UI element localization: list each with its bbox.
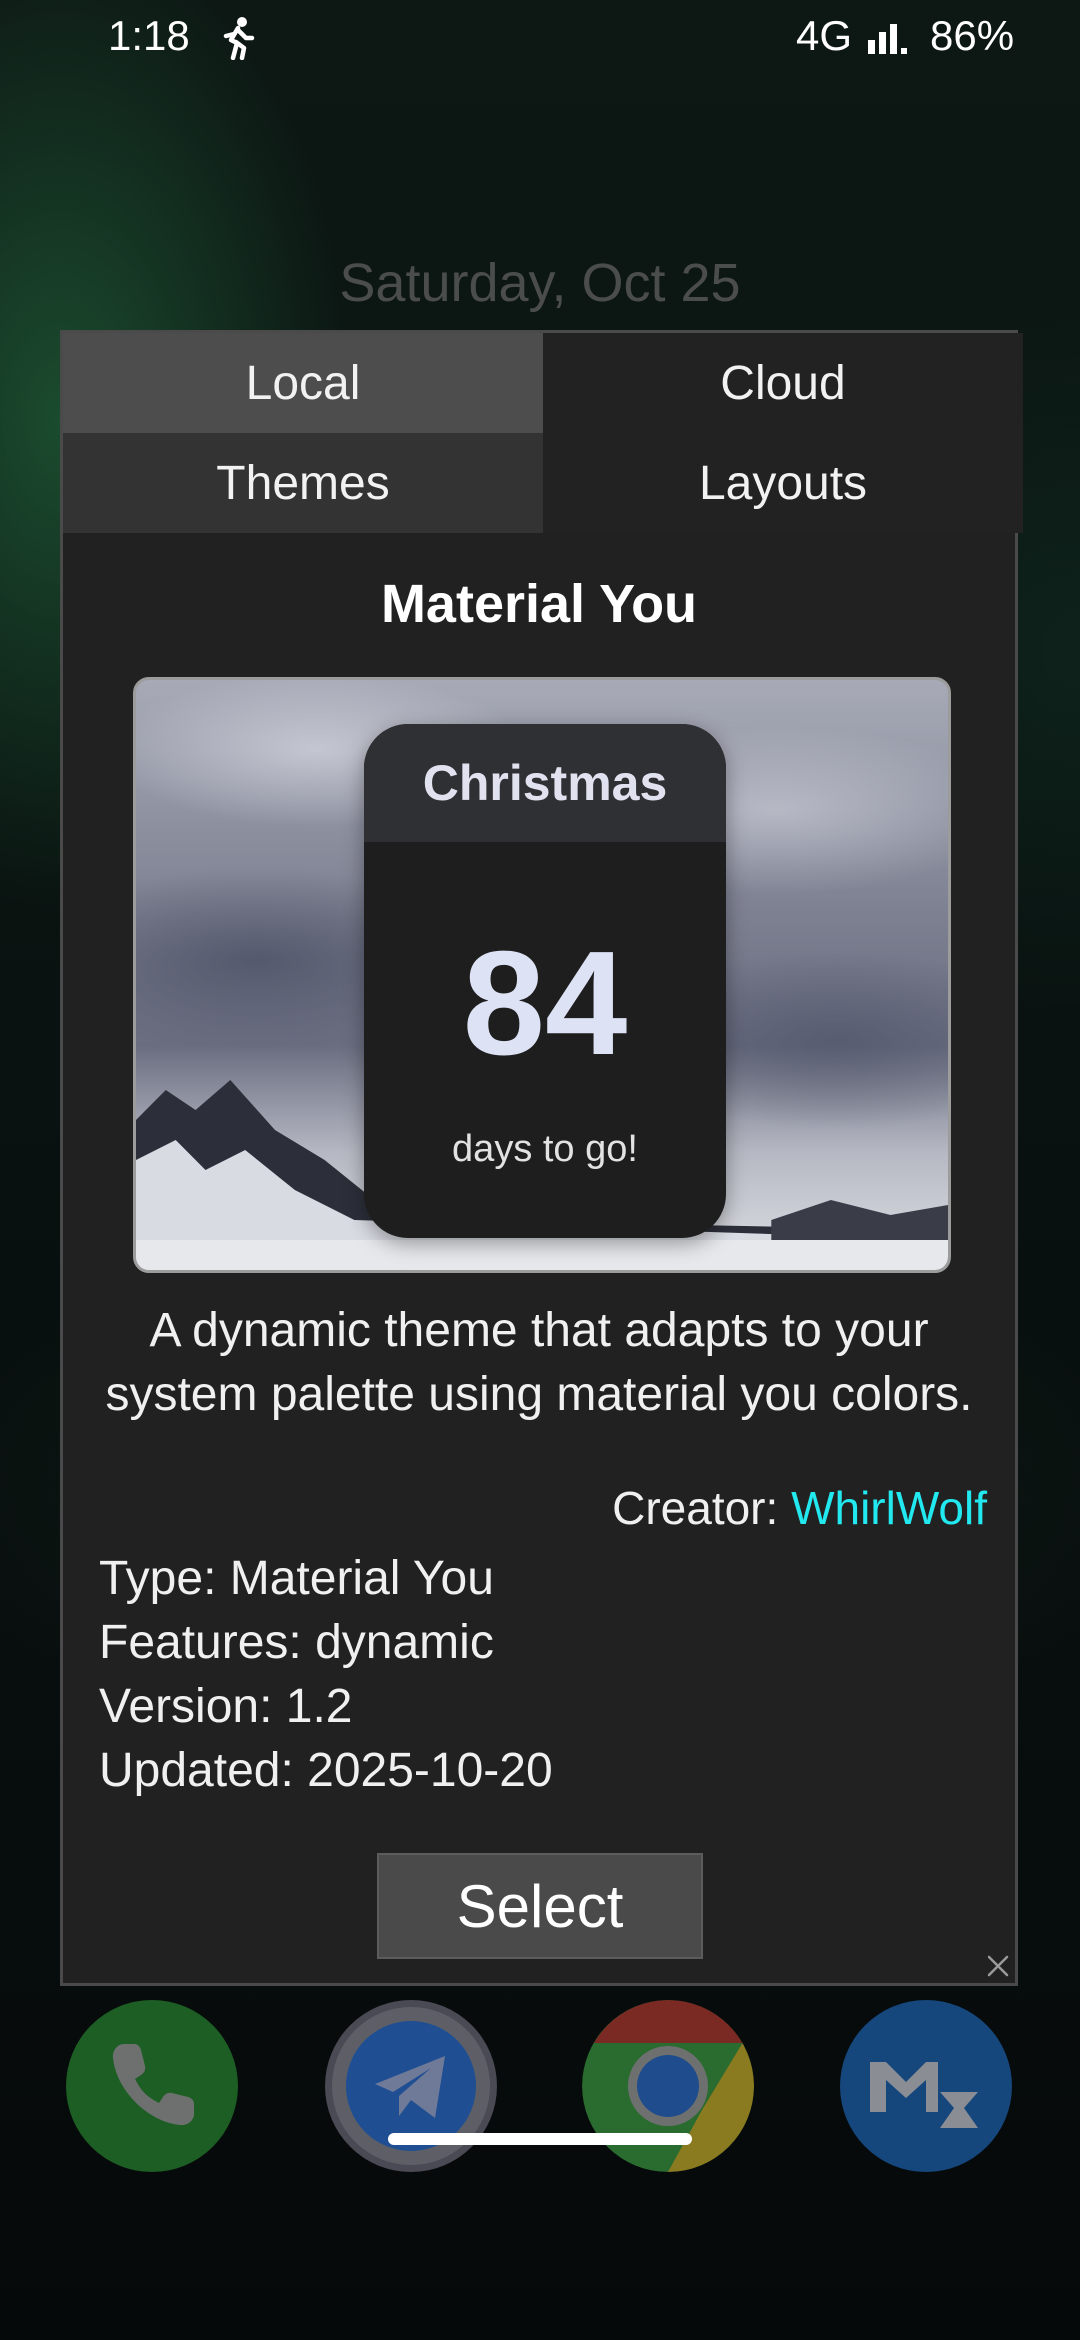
theme-picker-dialog: Local Cloud Themes Layouts Material You … xyxy=(60,330,1023,1986)
widget-days-count: 84 xyxy=(462,921,628,1086)
theme-updated: Updated: 2025-10-20 xyxy=(99,1744,553,1797)
gmail-icon[interactable] xyxy=(840,2000,1012,2172)
status-bar: 1:18 4G 86% xyxy=(0,0,1080,80)
theme-creator: Creator: WhirlWolf xyxy=(612,1481,987,1535)
battery-percent: 86% xyxy=(930,12,1015,59)
theme-version: Version: 1.2 xyxy=(99,1680,353,1733)
tab-layouts[interactable]: Layouts xyxy=(543,433,1023,533)
activity-icon xyxy=(218,16,258,61)
tab-themes[interactable]: Themes xyxy=(63,433,543,533)
signal-icon xyxy=(866,18,910,58)
telegram-icon[interactable] xyxy=(325,2000,497,2172)
theme-preview-image: Christmas 84 days to go! xyxy=(133,677,951,1273)
theme-details: Type: Material You Features: dynamic Ver… xyxy=(99,1547,553,1803)
network-type: 4G xyxy=(796,12,853,59)
theme-title: Material You xyxy=(380,574,698,634)
widget-caption: days to go! xyxy=(452,1128,638,1170)
creator-label: Creator: xyxy=(612,1482,792,1534)
chrome-icon[interactable] xyxy=(582,2000,754,2172)
select-button[interactable]: Select xyxy=(377,1853,703,1959)
tab-cloud[interactable]: Cloud xyxy=(543,333,1023,433)
theme-type: Type: Material You xyxy=(99,1552,494,1605)
app-dock xyxy=(0,2000,1080,2176)
tab-local[interactable]: Local xyxy=(63,333,543,433)
theme-description: A dynamic theme that adapts to your syst… xyxy=(105,1304,973,1421)
status-time: 1:18 xyxy=(108,12,190,59)
phone-icon[interactable] xyxy=(66,2000,238,2172)
creator-link[interactable]: WhirlWolf xyxy=(791,1482,987,1534)
widget-event-name: Christmas xyxy=(364,724,726,842)
home-indicator[interactable] xyxy=(388,2133,692,2145)
home-date: Saturday, Oct 25 xyxy=(339,253,741,313)
theme-features: Features: dynamic xyxy=(99,1616,494,1669)
countdown-widget-preview: Christmas 84 days to go! xyxy=(364,724,726,1238)
close-icon[interactable] xyxy=(985,1953,1011,1979)
